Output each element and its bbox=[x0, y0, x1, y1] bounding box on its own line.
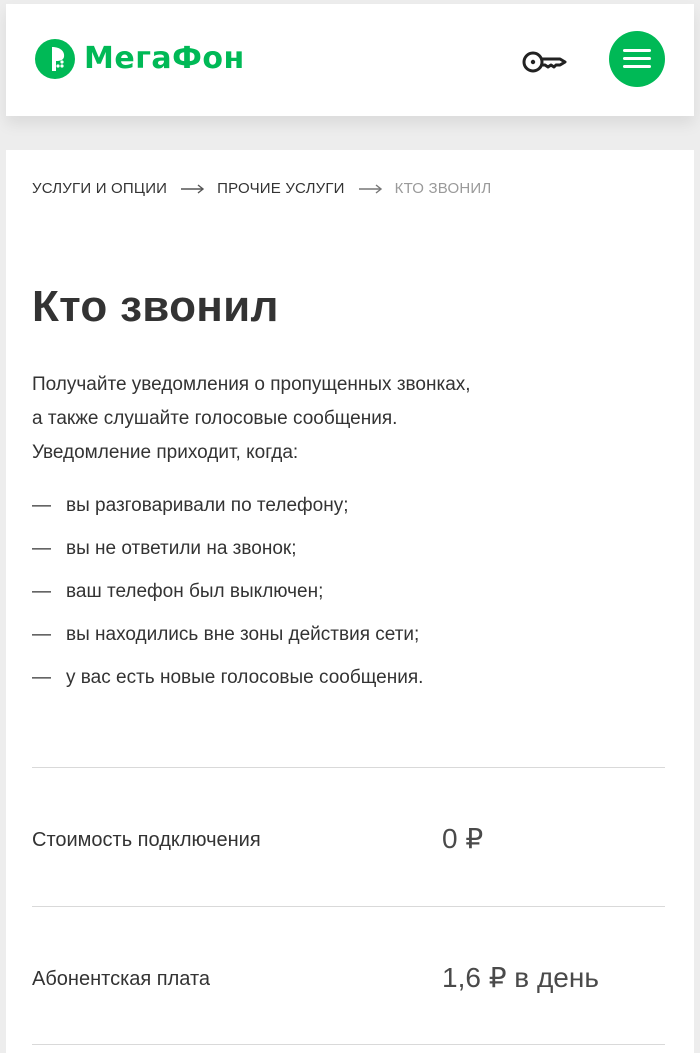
arrow-right-icon bbox=[181, 183, 205, 194]
dash-marker: — bbox=[32, 624, 51, 645]
breadcrumb-item-services[interactable]: Услуги и опции bbox=[32, 180, 167, 197]
list-item-text: ваш телефон был выключен; bbox=[66, 581, 324, 602]
key-icon bbox=[522, 51, 567, 73]
list-item: — у вас есть новые голосовые сообщения. bbox=[32, 656, 423, 699]
breadcrumb-item-other-services[interactable]: Прочие услуги bbox=[217, 180, 345, 197]
subscription-fee-label: Абонентская плата bbox=[32, 968, 211, 990]
site-header: МегаФон bbox=[6, 4, 694, 116]
dash-marker: — bbox=[32, 495, 51, 516]
menu-button[interactable] bbox=[609, 31, 665, 87]
list-item-text: вы находились вне зоны действия сети; bbox=[66, 624, 420, 645]
connection-fee-label: Стоимость подключения bbox=[32, 829, 261, 851]
list-item: — вы находились вне зоны действия сети; bbox=[32, 613, 423, 656]
dash-marker: — bbox=[32, 538, 51, 559]
megafon-logo[interactable]: МегаФон bbox=[34, 38, 245, 80]
megafon-logo-icon bbox=[35, 39, 75, 79]
login-button[interactable] bbox=[514, 40, 570, 84]
list-item-text: вы разговаривали по телефону; bbox=[66, 495, 349, 516]
divider bbox=[32, 1044, 665, 1045]
description-line: а также слушайте голосовые сообщения. bbox=[32, 408, 398, 429]
hamburger-menu-icon-bar bbox=[623, 65, 651, 68]
main-content: Услуги и опции Прочие услуги Кто звонил … bbox=[6, 150, 694, 1053]
hamburger-menu-icon bbox=[623, 49, 651, 52]
dash-marker: — bbox=[32, 667, 51, 688]
dash-marker: — bbox=[32, 581, 51, 602]
divider bbox=[32, 767, 665, 768]
hamburger-menu-icon-bar bbox=[623, 57, 651, 60]
description-line: Уведомление приходит, когда: bbox=[32, 442, 299, 463]
list-item: — ваш телефон был выключен; bbox=[32, 570, 423, 613]
conditions-list: — вы разговаривали по телефону; — вы не от… bbox=[32, 484, 423, 699]
service-description: Получайте уведомления о пропущенных звон… bbox=[32, 368, 652, 470]
breadcrumb-item-current: Кто звонил bbox=[394, 180, 492, 197]
page-title: Кто звонил bbox=[32, 282, 279, 331]
arrow-right-icon bbox=[358, 183, 382, 194]
description-line: Получайте уведомления о пропущенных звон… bbox=[32, 374, 471, 395]
breadcrumb: Услуги и опции Прочие услуги Кто звонил bbox=[32, 180, 491, 197]
list-item: — вы разговаривали по телефону; bbox=[32, 484, 423, 527]
subscription-fee-value: 1,6 ₽ в день bbox=[442, 962, 599, 993]
brand-name: МегаФон bbox=[84, 41, 245, 76]
connection-fee-value: 0 ₽ bbox=[442, 823, 484, 854]
list-item-text: у вас есть новые голосовые сообщения. bbox=[66, 667, 424, 688]
divider bbox=[32, 906, 665, 907]
list-item: — вы не ответили на звонок; bbox=[32, 527, 423, 570]
list-item-text: вы не ответили на звонок; bbox=[66, 538, 297, 559]
